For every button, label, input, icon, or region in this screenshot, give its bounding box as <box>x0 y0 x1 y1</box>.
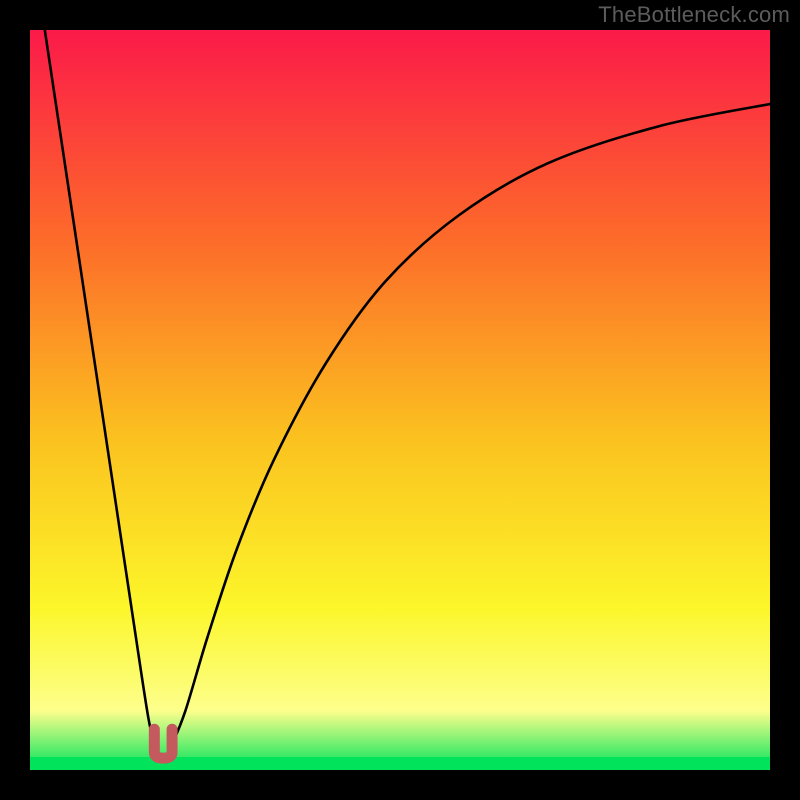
watermark-text: TheBottleneck.com <box>598 2 790 28</box>
chart-svg <box>30 30 770 770</box>
gradient-background <box>30 30 770 770</box>
outer-frame: TheBottleneck.com <box>0 0 800 800</box>
plot-area <box>30 30 770 770</box>
green-baseline-band <box>30 757 770 770</box>
